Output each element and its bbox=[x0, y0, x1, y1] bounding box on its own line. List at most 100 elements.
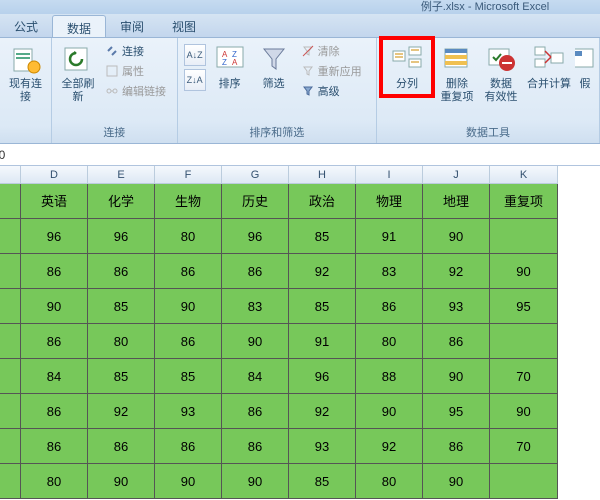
data-cell[interactable]: 90 bbox=[423, 359, 490, 394]
data-cell[interactable]: 83 bbox=[222, 289, 289, 324]
data-cell[interactable]: 84 bbox=[21, 359, 88, 394]
filter-button[interactable]: 筛选 bbox=[252, 40, 296, 94]
data-cell[interactable]: 80 bbox=[155, 219, 222, 254]
data-cell[interactable]: 96 bbox=[88, 219, 155, 254]
column-header[interactable]: K bbox=[490, 166, 558, 184]
data-cell[interactable]: 86 bbox=[21, 254, 88, 289]
data-cell[interactable]: 90 bbox=[88, 464, 155, 499]
data-cell[interactable]: 70 bbox=[490, 429, 558, 464]
column-header[interactable]: G bbox=[222, 166, 289, 184]
data-cell[interactable]: 92 bbox=[88, 394, 155, 429]
column-header[interactable]: H bbox=[289, 166, 356, 184]
remove-duplicates-button[interactable]: 删除 重复项 bbox=[435, 40, 479, 107]
data-cell[interactable]: 95 bbox=[423, 394, 490, 429]
tab-formulas[interactable]: 公式 bbox=[0, 14, 52, 37]
header-cell[interactable]: 重复项 bbox=[490, 184, 558, 219]
data-cell[interactable]: 93 bbox=[155, 394, 222, 429]
data-cell[interactable]: 85 bbox=[289, 289, 356, 324]
header-cell[interactable]: 生物 bbox=[155, 184, 222, 219]
properties-button[interactable]: 属性 bbox=[102, 62, 169, 80]
data-cell[interactable]: 92 bbox=[289, 254, 356, 289]
column-header[interactable]: I bbox=[356, 166, 423, 184]
data-cell[interactable]: 85 bbox=[155, 359, 222, 394]
data-cell[interactable]: 96 bbox=[222, 219, 289, 254]
data-cell[interactable]: 86 bbox=[222, 394, 289, 429]
data-cell[interactable] bbox=[490, 464, 558, 499]
data-cell[interactable] bbox=[490, 324, 558, 359]
data-cell[interactable]: 96 bbox=[21, 219, 88, 254]
existing-connections-button[interactable]: 现有连接 bbox=[4, 40, 47, 107]
data-cell[interactable]: 90 bbox=[423, 219, 490, 254]
refresh-all-button[interactable]: 全部刷新 bbox=[56, 40, 100, 107]
data-cell[interactable]: 90 bbox=[155, 464, 222, 499]
data-cell[interactable]: 95 bbox=[490, 289, 558, 324]
data-cell[interactable]: 86 bbox=[21, 394, 88, 429]
data-cell[interactable]: 90 bbox=[155, 289, 222, 324]
consolidate-button[interactable]: 合并计算 bbox=[523, 40, 575, 94]
sort-desc-button[interactable]: Z↓A bbox=[184, 69, 206, 91]
text-to-columns-button[interactable]: 分列 bbox=[385, 40, 429, 94]
data-cell[interactable]: 93 bbox=[423, 289, 490, 324]
data-cell[interactable]: 85 bbox=[88, 289, 155, 324]
data-cell[interactable]: 86 bbox=[88, 254, 155, 289]
data-cell[interactable]: 92 bbox=[289, 394, 356, 429]
data-cell[interactable]: 80 bbox=[88, 324, 155, 359]
data-validation-button[interactable]: 数据 有效性 bbox=[479, 40, 523, 107]
header-cell[interactable]: 政治 bbox=[289, 184, 356, 219]
data-cell[interactable]: 90 bbox=[490, 254, 558, 289]
reapply-button[interactable]: 重新应用 bbox=[298, 62, 365, 80]
whatif-button[interactable]: 假 bbox=[575, 40, 595, 94]
data-cell[interactable]: 91 bbox=[289, 324, 356, 359]
data-cell[interactable]: 90 bbox=[356, 394, 423, 429]
data-cell[interactable]: 84 bbox=[222, 359, 289, 394]
data-cell[interactable]: 70 bbox=[490, 359, 558, 394]
sort-asc-button[interactable]: A↓Z bbox=[184, 44, 206, 66]
data-cell[interactable]: 86 bbox=[423, 324, 490, 359]
data-cell[interactable]: 86 bbox=[21, 324, 88, 359]
data-cell[interactable]: 90 bbox=[490, 394, 558, 429]
data-cell[interactable]: 90 bbox=[21, 289, 88, 324]
data-cell[interactable]: 86 bbox=[21, 429, 88, 464]
data-cell[interactable]: 86 bbox=[356, 289, 423, 324]
connections-button[interactable]: 连接 bbox=[102, 42, 169, 60]
data-cell[interactable]: 86 bbox=[423, 429, 490, 464]
column-header[interactable]: J bbox=[423, 166, 490, 184]
data-cell[interactable]: 86 bbox=[155, 429, 222, 464]
data-cell[interactable] bbox=[490, 219, 558, 254]
data-cell[interactable]: 86 bbox=[88, 429, 155, 464]
header-cell[interactable]: 地理 bbox=[423, 184, 490, 219]
data-cell[interactable]: 80 bbox=[356, 464, 423, 499]
data-cell[interactable]: 85 bbox=[289, 464, 356, 499]
data-cell[interactable]: 86 bbox=[222, 254, 289, 289]
data-cell[interactable]: 86 bbox=[155, 324, 222, 359]
data-cell[interactable]: 80 bbox=[21, 464, 88, 499]
clear-button[interactable]: 清除 bbox=[298, 42, 365, 60]
advanced-button[interactable]: 高级 bbox=[298, 82, 365, 100]
tab-data[interactable]: 数据 bbox=[52, 15, 106, 37]
column-header[interactable]: D bbox=[21, 166, 88, 184]
tab-view[interactable]: 视图 bbox=[158, 14, 210, 37]
data-cell[interactable]: 91 bbox=[356, 219, 423, 254]
data-cell[interactable]: 86 bbox=[155, 254, 222, 289]
data-cell[interactable]: 93 bbox=[289, 429, 356, 464]
data-cell[interactable]: 92 bbox=[356, 429, 423, 464]
data-cell[interactable]: 80 bbox=[356, 324, 423, 359]
header-cell[interactable]: 英语 bbox=[21, 184, 88, 219]
formula-value[interactable]: 80 bbox=[0, 146, 16, 164]
column-header[interactable]: F bbox=[155, 166, 222, 184]
data-cell[interactable]: 85 bbox=[289, 219, 356, 254]
tab-review[interactable]: 审阅 bbox=[106, 14, 158, 37]
header-cell[interactable]: 历史 bbox=[222, 184, 289, 219]
data-cell[interactable]: 88 bbox=[356, 359, 423, 394]
data-cell[interactable]: 86 bbox=[222, 429, 289, 464]
sort-button[interactable]: AZZA 排序 bbox=[208, 40, 252, 94]
data-cell[interactable]: 90 bbox=[222, 464, 289, 499]
data-cell[interactable]: 85 bbox=[88, 359, 155, 394]
data-cell[interactable]: 92 bbox=[423, 254, 490, 289]
edit-links-button[interactable]: 编辑链接 bbox=[102, 82, 169, 100]
header-cell[interactable]: 化学 bbox=[88, 184, 155, 219]
data-cell[interactable]: 90 bbox=[222, 324, 289, 359]
data-cell[interactable]: 83 bbox=[356, 254, 423, 289]
data-cell[interactable]: 90 bbox=[423, 464, 490, 499]
column-header[interactable]: E bbox=[88, 166, 155, 184]
